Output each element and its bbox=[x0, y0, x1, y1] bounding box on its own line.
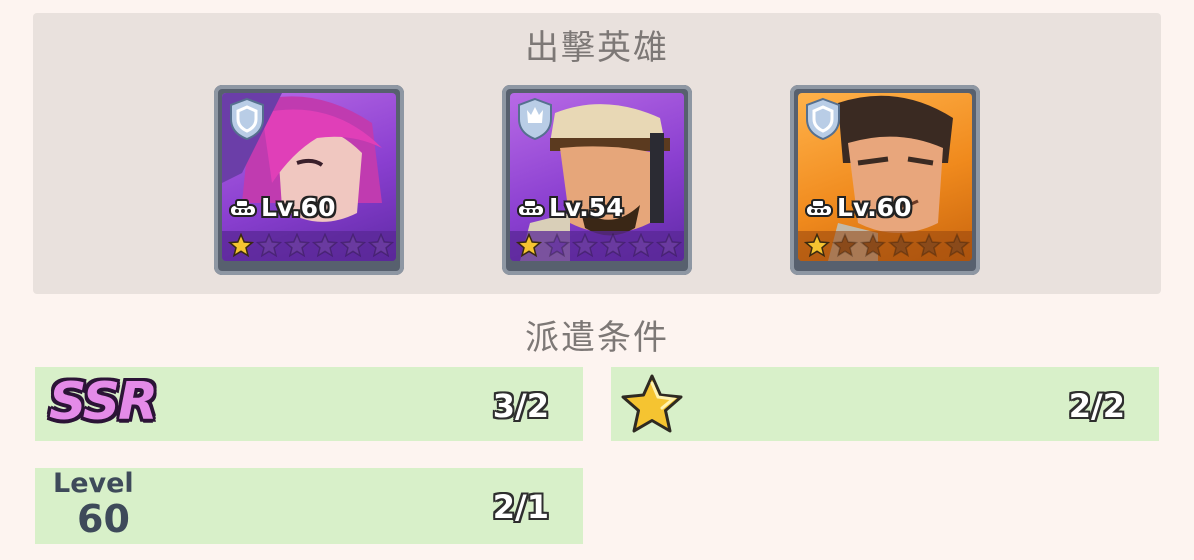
star-empty-icon bbox=[656, 233, 682, 258]
level-label: Level bbox=[53, 468, 134, 499]
star-empty-icon bbox=[544, 233, 570, 258]
condition-star-value: 2/2 bbox=[1068, 387, 1125, 425]
dispatch-conditions-title: 派遣条件 bbox=[525, 318, 669, 358]
condition-level-value: 2/1 bbox=[492, 488, 549, 526]
tank-icon bbox=[805, 198, 833, 217]
level-number: 60 bbox=[77, 497, 130, 541]
ssr-rarity-label: SSR bbox=[49, 372, 158, 432]
star-empty-icon bbox=[888, 233, 914, 258]
hero-stars-2 bbox=[510, 231, 684, 261]
tank-icon bbox=[517, 198, 545, 217]
flame-shield-icon bbox=[518, 97, 552, 141]
hero-level-2: Lv.54 bbox=[516, 193, 623, 222]
hero-card-2[interactable]: Lv.54 bbox=[502, 85, 692, 275]
star-filled-icon bbox=[804, 233, 830, 258]
star-empty-icon bbox=[832, 233, 858, 258]
condition-ssr-value: 3/2 bbox=[492, 387, 549, 425]
hero-stars-1 bbox=[222, 231, 396, 261]
star-empty-icon bbox=[572, 233, 598, 258]
hero-level-text-3: Lv.60 bbox=[837, 193, 912, 222]
hero-level-3: Lv.60 bbox=[804, 193, 911, 222]
shield-icon bbox=[230, 97, 264, 141]
tank-icon bbox=[229, 198, 257, 217]
shield-icon bbox=[806, 97, 840, 141]
star-filled-icon bbox=[516, 233, 542, 258]
star-empty-icon bbox=[284, 233, 310, 258]
star-empty-icon bbox=[340, 233, 366, 258]
star-empty-icon bbox=[256, 233, 282, 258]
deploy-heroes-title: 出擊英雄 bbox=[525, 28, 669, 68]
star-empty-icon bbox=[944, 233, 970, 258]
star-empty-icon bbox=[916, 233, 942, 258]
star-empty-icon bbox=[312, 233, 338, 258]
star-empty-icon bbox=[628, 233, 654, 258]
hero-level-1: Lv.60 bbox=[228, 193, 335, 222]
star-empty-icon bbox=[368, 233, 394, 258]
hero-stars-3 bbox=[798, 231, 972, 261]
hero-level-text-1: Lv.60 bbox=[261, 193, 336, 222]
star-empty-icon bbox=[860, 233, 886, 258]
condition-star: 2/2 bbox=[611, 367, 1159, 441]
star-icon bbox=[621, 374, 683, 433]
hero-card-1[interactable]: Lv.60 bbox=[214, 85, 404, 275]
star-empty-icon bbox=[600, 233, 626, 258]
star-filled-icon bbox=[228, 233, 254, 258]
condition-ssr: SSR 3/2 bbox=[35, 367, 583, 441]
condition-level: Level 60 2/1 bbox=[35, 468, 583, 544]
hero-level-text-2: Lv.54 bbox=[549, 193, 624, 222]
hero-card-3[interactable]: Lv.60 bbox=[790, 85, 980, 275]
